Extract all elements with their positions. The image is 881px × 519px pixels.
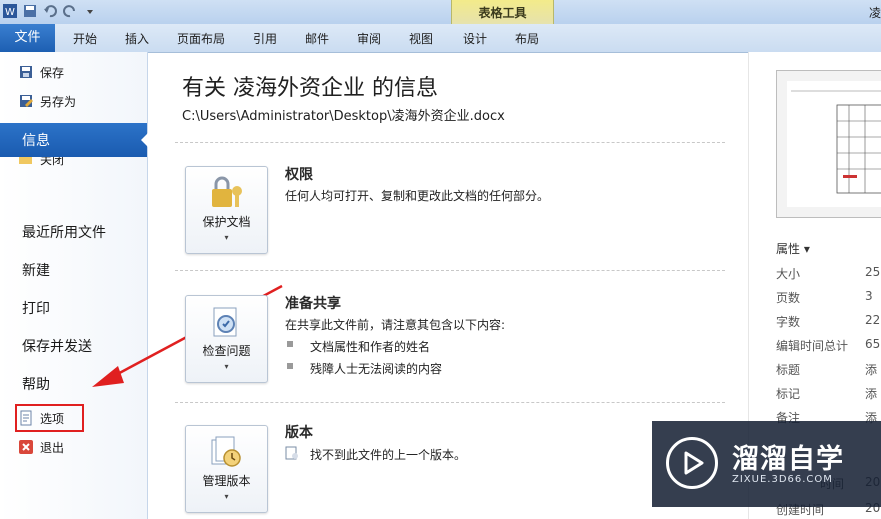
- backstage-new[interactable]: 新建: [22, 260, 50, 280]
- tab-review[interactable]: 审阅: [357, 30, 381, 47]
- context-tab-group-label: 表格工具: [478, 6, 527, 20]
- prop-value[interactable]: 添: [865, 361, 877, 378]
- protect-document-button[interactable]: 保护文档 ▾: [185, 166, 268, 254]
- watermark-name: 溜溜自学: [732, 444, 844, 475]
- prop-value[interactable]: 添: [865, 385, 877, 402]
- tab-home[interactable]: 开始: [73, 30, 97, 47]
- save-as-icon: [20, 95, 33, 107]
- backstage-save-label: 保存: [40, 65, 65, 80]
- prop-key: 编辑时间总计: [776, 339, 849, 353]
- tab-page-layout[interactable]: 页面布局: [177, 30, 225, 47]
- manage-versions-label: 管理版本: [202, 474, 251, 488]
- chevron-down-icon: ▾: [224, 492, 229, 501]
- prop-key: 标题: [776, 363, 801, 377]
- backstage-save-as[interactable]: 另存为: [18, 91, 76, 111]
- check-issues-label: 检查问题: [202, 344, 251, 358]
- word-app-icon[interactable]: W: [2, 3, 18, 19]
- check-issues-button[interactable]: 检查问题 ▾: [185, 295, 268, 383]
- prepare-heading: 准备共享: [285, 296, 341, 312]
- prepare-text: 在共享此文件前，请注意其包含以下内容:: [285, 318, 506, 332]
- prop-value: 25.: [865, 265, 881, 279]
- quick-access-toolbar: W: [2, 3, 98, 19]
- file-tab[interactable]: 文件: [0, 24, 55, 52]
- divider: [175, 142, 725, 143]
- tab-layout[interactable]: 布局: [515, 30, 539, 47]
- versions-icon: [211, 436, 241, 467]
- backstage-help[interactable]: 帮助: [22, 374, 50, 394]
- permissions-heading: 权限: [285, 167, 313, 183]
- bullet-icon: [287, 341, 293, 347]
- backstage-exit-label: 退出: [40, 440, 65, 455]
- save-icon[interactable]: [22, 3, 38, 19]
- svg-text:W: W: [5, 7, 15, 18]
- play-logo-icon: [666, 437, 718, 489]
- selected-notch: [141, 131, 150, 149]
- watermark-url: ZIXUE.3D66.COM: [732, 474, 833, 485]
- prop-value: 22: [865, 313, 881, 327]
- prop-key: 字数: [776, 315, 801, 329]
- title-bar: W 凌: [0, 0, 881, 24]
- prepare-bullet: 文档属性和作者的姓名: [310, 340, 431, 354]
- backstage-info[interactable]: 信息: [0, 123, 147, 157]
- undo-icon[interactable]: [42, 3, 58, 19]
- tab-design[interactable]: 设计: [463, 30, 487, 47]
- tab-view[interactable]: 视图: [409, 30, 433, 47]
- prop-key: 标记: [776, 387, 801, 401]
- prepare-bullet: 残障人士无法阅读的内容: [310, 362, 443, 376]
- save-icon: [20, 66, 32, 78]
- divider: [175, 270, 725, 271]
- exit-icon: [19, 440, 33, 454]
- prop-key: 大小: [776, 267, 801, 281]
- ribbon-tab-bar: 开始 插入 页面布局 引用 邮件 审阅 视图 设计 布局: [0, 24, 881, 53]
- inspect-document-icon: [213, 307, 237, 337]
- backstage-print[interactable]: 打印: [22, 298, 50, 318]
- backstage-save[interactable]: 保存: [18, 62, 64, 82]
- options-highlight-box: [15, 404, 84, 432]
- customize-qat-icon[interactable]: [82, 3, 98, 19]
- document-thumbnail[interactable]: [776, 70, 881, 218]
- chevron-down-icon: ▾: [224, 362, 229, 371]
- document-preview-image: [777, 71, 881, 217]
- backstage-exit[interactable]: 退出: [18, 437, 64, 457]
- prop-key: 页数: [776, 291, 801, 305]
- watermark: 溜溜自学 ZIXUE.3D66.COM: [652, 421, 881, 507]
- tab-references[interactable]: 引用: [253, 30, 277, 47]
- prop-value: 65: [865, 337, 881, 351]
- version-doc-icon: [285, 446, 298, 460]
- divider: [175, 402, 725, 403]
- versions-text: 找不到此文件的上一个版本。: [310, 448, 467, 462]
- properties-heading[interactable]: 属性 ▾: [776, 240, 810, 257]
- window-title: 凌: [868, 6, 881, 20]
- backstage-save-send[interactable]: 保存并发送: [22, 336, 92, 356]
- tab-insert[interactable]: 插入: [125, 30, 149, 47]
- tab-mailings[interactable]: 邮件: [305, 30, 329, 47]
- lock-key-icon: [212, 176, 242, 207]
- permissions-text: 任何人均可打开、复制和更改此文档的任何部分。: [285, 189, 550, 203]
- manage-versions-button[interactable]: 管理版本 ▾: [185, 425, 268, 513]
- prop-value: 3: [865, 289, 873, 303]
- backstage-save-as-label: 另存为: [40, 94, 77, 109]
- backstage-recent[interactable]: 最近所用文件: [22, 222, 106, 242]
- bullet-icon: [287, 363, 293, 369]
- chevron-down-icon: ▾: [224, 233, 229, 242]
- redo-icon[interactable]: [62, 3, 78, 19]
- backstage-info-label: 信息: [22, 133, 50, 149]
- file-path: C:\Users\Administrator\Desktop\凌海外资企业.do…: [182, 109, 505, 124]
- protect-document-label: 保护文档: [202, 215, 251, 229]
- versions-heading: 版本: [285, 425, 313, 441]
- page-title: 有关 凌海外资企业 的信息: [182, 76, 438, 101]
